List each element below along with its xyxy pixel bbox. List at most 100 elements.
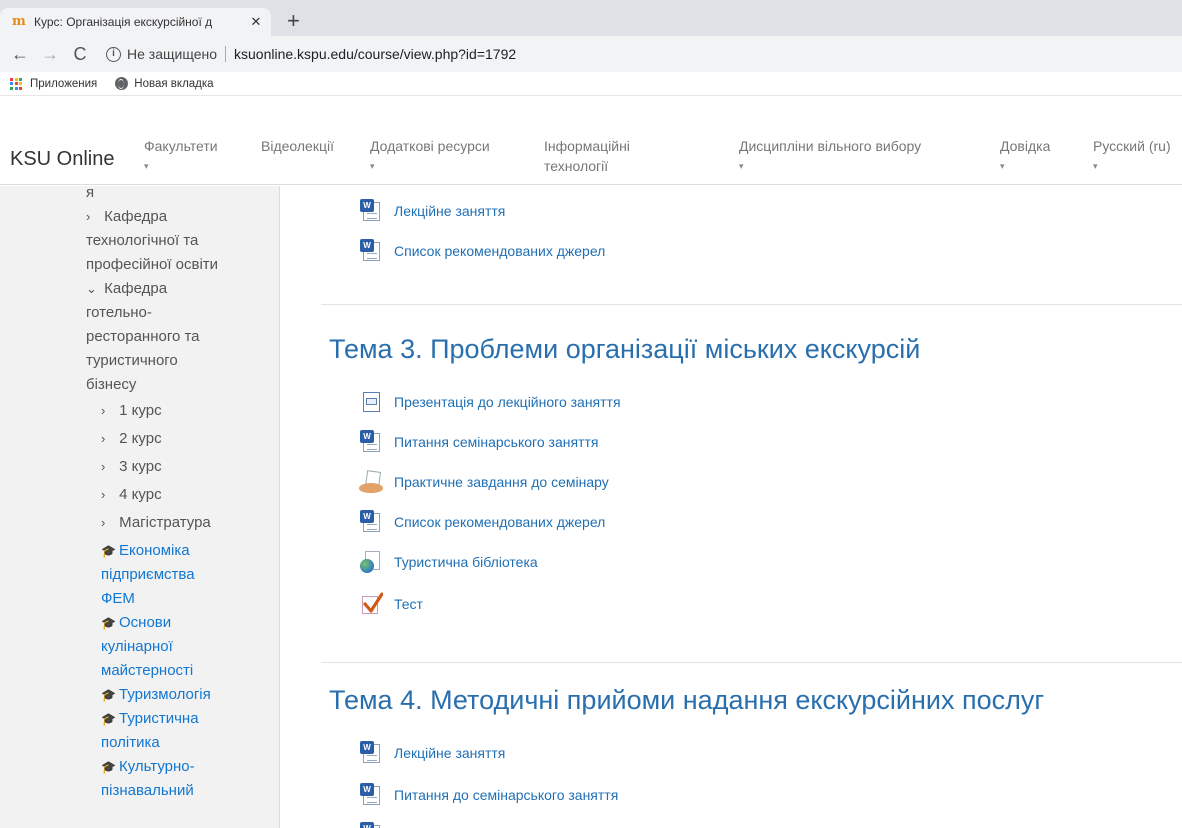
sidebar-item-label: 4 курс [119, 486, 162, 503]
address-bar: ← → C i Не защищено ksuonline.kspu.edu/c… [0, 36, 1182, 72]
security-label[interactable]: Не защищено [127, 46, 217, 62]
omnibox[interactable]: i Не защищено ksuonline.kspu.edu/course/… [106, 46, 516, 62]
activity-label: Лекційне заняття [394, 203, 506, 219]
sidebar-item-text[interactable]: ресторанного та [86, 325, 200, 349]
sidebar-item-label: Туризмологія [119, 686, 211, 703]
graduation-cap-icon: 🎓 [101, 616, 116, 630]
sidebar-item-course-1[interactable]: › 1 курс [101, 399, 162, 423]
browser-tab-bar: m Курс: Організація екскурсійної д ✕ + [0, 0, 1182, 36]
new-tab-button[interactable]: + [287, 8, 300, 34]
graduation-cap-icon: 🎓 [101, 760, 116, 774]
sidebar-item-text[interactable]: технологічної та [86, 229, 198, 253]
chevron-right-icon: › [86, 209, 91, 224]
activity-label: Список рекомендованих джерел [394, 243, 606, 259]
activity-presentation[interactable]: Презентація до лекційного заняття [359, 390, 621, 414]
section-divider [321, 304, 1182, 305]
sidebar-item-course-3[interactable]: › 3 курс [101, 455, 162, 479]
sidebar-course-culinary[interactable]: 🎓 Основи [101, 611, 171, 635]
sidebar-item-text[interactable]: кулінарної [101, 635, 173, 659]
globe-icon [115, 77, 129, 90]
menu-information-technologies[interactable]: Інформаційні технології [544, 136, 630, 176]
site-navbar: KSU Online Факультети ▾ Відеолекції Дода… [0, 128, 1182, 185]
menu-language[interactable]: Русский (ru) ▾ [1093, 136, 1171, 176]
activity-assignment[interactable]: Практичне завдання до семінару [359, 470, 609, 494]
activity-partial[interactable]: W [359, 822, 394, 828]
sidebar-item-text[interactable]: професійної освіти [86, 253, 218, 277]
word-document-icon: W [359, 510, 383, 534]
word-document-icon: W [359, 199, 383, 223]
graduation-cap-icon: 🎓 [101, 544, 116, 558]
browser-tab[interactable]: m Курс: Організація екскурсійної д ✕ [0, 8, 271, 36]
course-content: W Лекційне заняття W Список рекомендован… [281, 186, 1182, 828]
section-title[interactable]: Тема 3. Проблеми організації міських екс… [329, 334, 920, 365]
bookmark-apps[interactable]: Приложения [10, 77, 98, 90]
sidebar-item-text[interactable]: бізнесу [86, 373, 136, 397]
sidebar-item-text[interactable]: готельно- [86, 301, 152, 325]
activity-seminar-questions[interactable]: W Питання до семінарського заняття [359, 783, 618, 807]
back-button[interactable]: ← [8, 44, 32, 65]
activity-library-link[interactable]: Туристична бібліотека [359, 550, 538, 574]
menu-faculties[interactable]: Факультети ▾ [144, 136, 218, 176]
url-text[interactable]: ksuonline.kspu.edu/course/view.php?id=17… [234, 46, 516, 62]
menu-elective-disciplines[interactable]: Дисципліни вільного вибору ▾ [739, 136, 921, 176]
sidebar-item-dept-tech[interactable]: › Кафедра [86, 205, 167, 229]
chevron-right-icon: › [101, 403, 106, 418]
presentation-icon [359, 390, 383, 414]
section-divider [321, 662, 1182, 663]
sidebar-item-course-2[interactable]: › 2 курс [101, 427, 162, 451]
omnibox-divider [225, 46, 226, 62]
menu-additional-resources[interactable]: Додаткові ресурси ▾ [370, 136, 490, 176]
url-globe-icon [359, 550, 383, 574]
menu-video-lectures[interactable]: Відеолекції [261, 136, 334, 156]
menu-help[interactable]: Довідка ▾ [1000, 136, 1050, 176]
sidebar-item-label: Туристична [119, 710, 199, 727]
bookmark-new-tab[interactable]: Новая вкладка [115, 77, 214, 90]
sidebar-item-text[interactable]: майстерності [101, 659, 193, 683]
activity-lecture[interactable]: W Лекційне заняття [359, 199, 505, 223]
graduation-cap-icon: 🎓 [101, 688, 116, 702]
chevron-right-icon: › [101, 515, 106, 530]
quiz-checkmark-icon [359, 592, 383, 616]
sidebar-item-text[interactable]: ФЕМ [101, 587, 135, 611]
chevron-right-icon: › [101, 487, 106, 502]
forward-button[interactable]: → [38, 44, 62, 65]
chevron-down-icon: ▾ [1000, 161, 1005, 171]
word-document-icon: W [359, 741, 383, 765]
site-brand[interactable]: KSU Online [10, 148, 115, 171]
activity-sources[interactable]: W Список рекомендованих джерел [359, 510, 605, 534]
navigation-sidebar: я › Кафедра технологічної та професійної… [0, 186, 280, 828]
sidebar-course-tourism-policy[interactable]: 🎓 Туристична [101, 707, 199, 731]
sidebar-item-masters[interactable]: › Магістратура [101, 511, 211, 535]
tab-close-icon[interactable]: ✕ [249, 14, 263, 30]
section-title[interactable]: Тема 4. Методичні прийоми надання екскур… [329, 685, 1044, 716]
activity-label: Туристична бібліотека [394, 554, 538, 570]
sidebar-item-text[interactable]: політика [101, 731, 160, 755]
menu-elective-label: Дисципліни вільного вибору [739, 138, 922, 154]
sidebar-course-cultural[interactable]: 🎓 Культурно- [101, 755, 195, 779]
activity-seminar-questions[interactable]: W Питання семінарського заняття [359, 430, 598, 454]
activity-label: Список рекомендованих джерел [394, 514, 606, 530]
sidebar-item-text[interactable]: підприємства [101, 563, 195, 587]
sidebar-item-course-4[interactable]: › 4 курс [101, 483, 162, 507]
word-document-icon: W [359, 822, 383, 828]
activity-label: Питання до семінарського заняття [394, 787, 619, 803]
sidebar-item-dept-hotel[interactable]: ⌄ Кафедра [86, 277, 167, 301]
sidebar-course-economics[interactable]: 🎓 Економіка [101, 539, 190, 563]
activity-sources[interactable]: W Список рекомендованих джерел [359, 239, 605, 263]
sidebar-course-tourismology[interactable]: 🎓 Туризмологія [101, 683, 211, 707]
activity-lecture[interactable]: W Лекційне заняття [359, 741, 505, 765]
sidebar-item-label: Магістратура [119, 514, 211, 531]
reload-button[interactable]: C [68, 44, 92, 65]
sidebar-item-text[interactable]: пізнавальний [101, 779, 194, 803]
sidebar-item-label: 3 курс [119, 458, 162, 475]
info-icon[interactable]: i [106, 46, 121, 62]
activity-quiz[interactable]: Тест [359, 592, 423, 616]
chevron-down-icon: ▾ [739, 161, 744, 171]
sidebar-item-text[interactable]: туристичного [86, 349, 178, 373]
menu-it-label-line2: технології [544, 158, 609, 174]
bookmark-apps-label: Приложения [30, 77, 98, 90]
sidebar-item-label: Кафедра [104, 280, 168, 297]
chevron-right-icon: › [101, 431, 106, 446]
word-document-icon: W [359, 783, 383, 807]
word-document-icon: W [359, 430, 383, 454]
